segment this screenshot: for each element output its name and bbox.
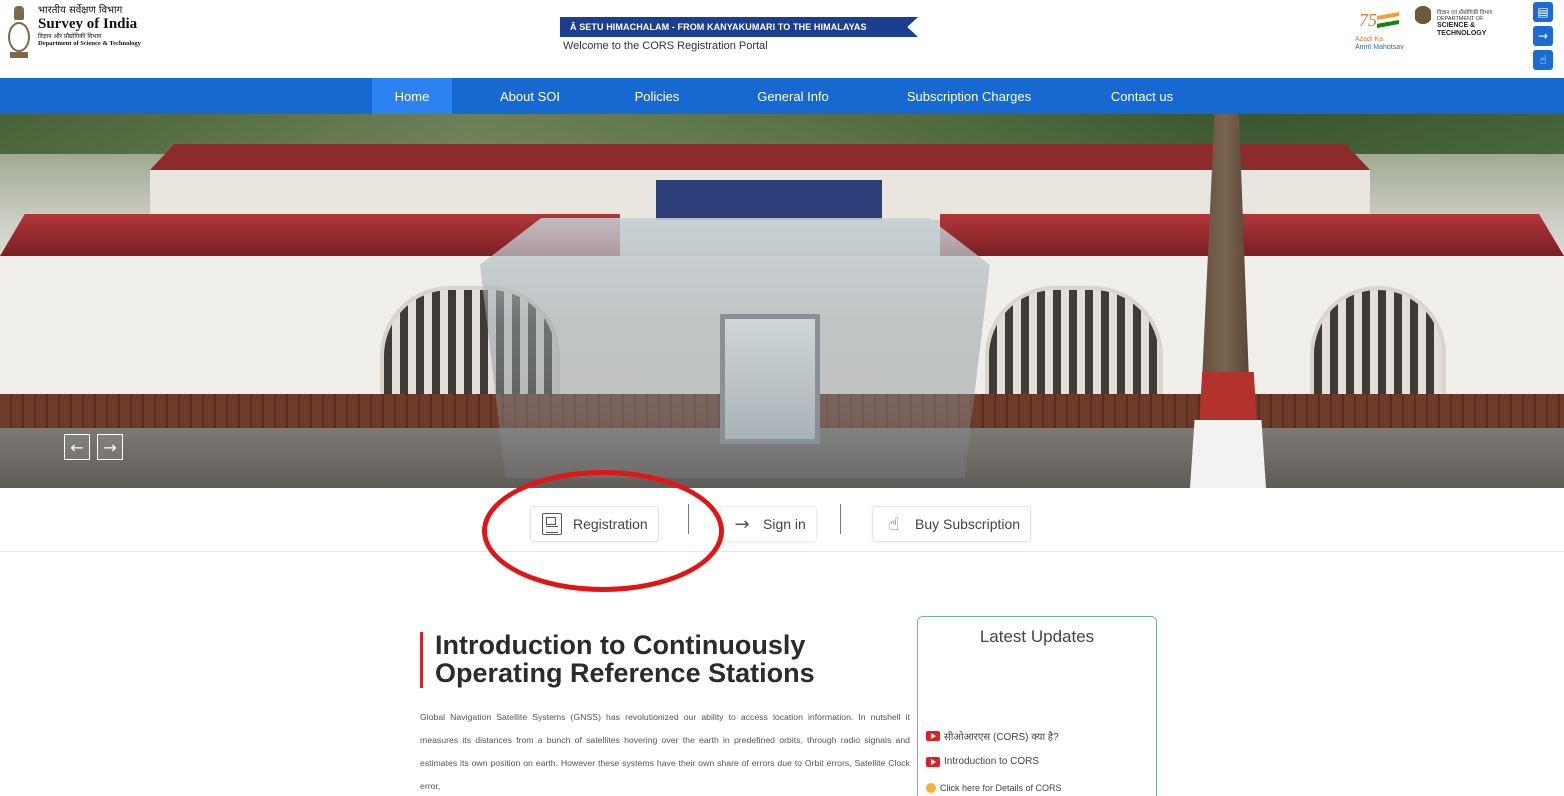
intro-title-line1: Introduction to Continuously bbox=[435, 630, 806, 660]
youtube-icon bbox=[926, 756, 940, 767]
registration-form-icon bbox=[541, 513, 563, 535]
intro-body: Global Navigation Satellite Systems (GNS… bbox=[420, 711, 910, 791]
registration-label: Registration bbox=[573, 516, 648, 532]
org-name-block: भारतीय सर्वेक्षण विभाग Survey of India व… bbox=[38, 4, 141, 47]
dst-logo: विज्ञान एवं प्रौद्योगिकी विभाग DEPARTMEN… bbox=[1415, 6, 1525, 46]
main-nav: Home About SOI Policies General Info Sub… bbox=[0, 78, 1564, 114]
hand-tap-icon: ☝ bbox=[888, 513, 900, 535]
org-name-hindi: भारतीय सर्वेक्षण विभाग bbox=[38, 5, 123, 16]
update-item-cors-details[interactable]: Click here for Details of CORS bbox=[926, 783, 1062, 793]
clipboard-icon[interactable]: ▤ bbox=[1533, 2, 1553, 22]
latest-updates-panel: Latest Updates सीओआरएस (CORS) क्या है? I… bbox=[917, 616, 1157, 796]
divider bbox=[840, 504, 841, 534]
seventy-five-mark: 75 bbox=[1359, 10, 1377, 30]
org-dept: Department of Science & Technology bbox=[38, 39, 141, 47]
update-item-intro-cors[interactable]: Introduction to CORS bbox=[926, 756, 1039, 767]
intro-title-line2: Operating Reference Stations bbox=[435, 657, 815, 688]
side-quick-icons: ▤ → ☝ bbox=[1533, 2, 1555, 70]
arrow-right-icon: → bbox=[734, 513, 750, 535]
partner-logos: 75 Azadi Ka Amrit Mahotsav विज्ञान एवं प… bbox=[1355, 4, 1525, 64]
building-sign-board bbox=[656, 180, 882, 220]
nav-contact-us[interactable]: Contact us bbox=[1094, 78, 1190, 114]
azadi-ka-amrit-mahotsav-logo: 75 Azadi Ka Amrit Mahotsav bbox=[1355, 8, 1407, 64]
hand-pointer-icon bbox=[926, 783, 936, 793]
azadi-line1: Azadi Ka bbox=[1355, 36, 1384, 43]
banner-title: Ā SETU HIMACHALAM - FROM KANYAKUMARI TO … bbox=[560, 17, 918, 37]
entrance-door bbox=[720, 314, 820, 444]
signin-button[interactable]: → Sign in bbox=[720, 506, 817, 542]
youtube-icon bbox=[926, 731, 940, 741]
nav-about-soi[interactable]: About SOI bbox=[484, 78, 576, 114]
divider bbox=[688, 504, 689, 534]
intro-section: Introduction to Continuously Operating R… bbox=[420, 630, 910, 796]
nav-policies[interactable]: Policies bbox=[616, 78, 698, 114]
subscription-icon[interactable]: ☝ bbox=[1533, 50, 1553, 70]
latest-updates-title: Latest Updates bbox=[979, 627, 1095, 646]
survey-of-india-logo[interactable]: भारतीय सर्वेक्षण विभाग Survey of India व… bbox=[6, 4, 156, 68]
update-item-label: Click here for Details of CORS bbox=[940, 783, 1062, 793]
slider-prev-button[interactable]: ← bbox=[64, 434, 90, 460]
site-header: भारतीय सर्वेक्षण विभाग Survey of India व… bbox=[0, 0, 1564, 78]
org-name: Survey of India bbox=[38, 15, 138, 32]
hero-slider-image: ← → bbox=[0, 114, 1564, 488]
nav-home[interactable]: Home bbox=[372, 78, 452, 114]
action-row: Registration → Sign in ☝ Buy Subscriptio… bbox=[0, 488, 1564, 552]
nav-general-info[interactable]: General Info bbox=[740, 78, 846, 114]
update-item-cors-hindi[interactable]: सीओआरएस (CORS) क्या है? bbox=[926, 729, 1059, 743]
update-item-label: Introduction to CORS bbox=[944, 756, 1040, 767]
update-item-label: सीओआरएस (CORS) क्या है? bbox=[944, 732, 1059, 743]
azadi-line2: Amrit Mahotsav bbox=[1355, 44, 1404, 51]
registration-button[interactable]: Registration bbox=[530, 506, 659, 542]
ashoka-emblem-icon bbox=[1415, 6, 1431, 36]
arrow-right-icon[interactable]: → bbox=[1533, 26, 1553, 46]
buy-subscription-label: Buy Subscription bbox=[915, 516, 1021, 532]
intro-title: Introduction to Continuously Operating R… bbox=[420, 630, 910, 688]
buy-subscription-button[interactable]: ☝ Buy Subscription bbox=[872, 506, 1032, 542]
national-emblem-icon bbox=[6, 4, 32, 62]
welcome-text: Welcome to the CORS Registration Portal bbox=[563, 40, 768, 52]
flag-icon bbox=[1377, 12, 1399, 28]
nav-subscription-charges[interactable]: Subscription Charges bbox=[890, 78, 1048, 114]
dst-line3: SCIENCE & TECHNOLOGY bbox=[1437, 22, 1487, 37]
slider-next-button[interactable]: → bbox=[97, 434, 123, 460]
signin-label: Sign in bbox=[763, 516, 806, 532]
